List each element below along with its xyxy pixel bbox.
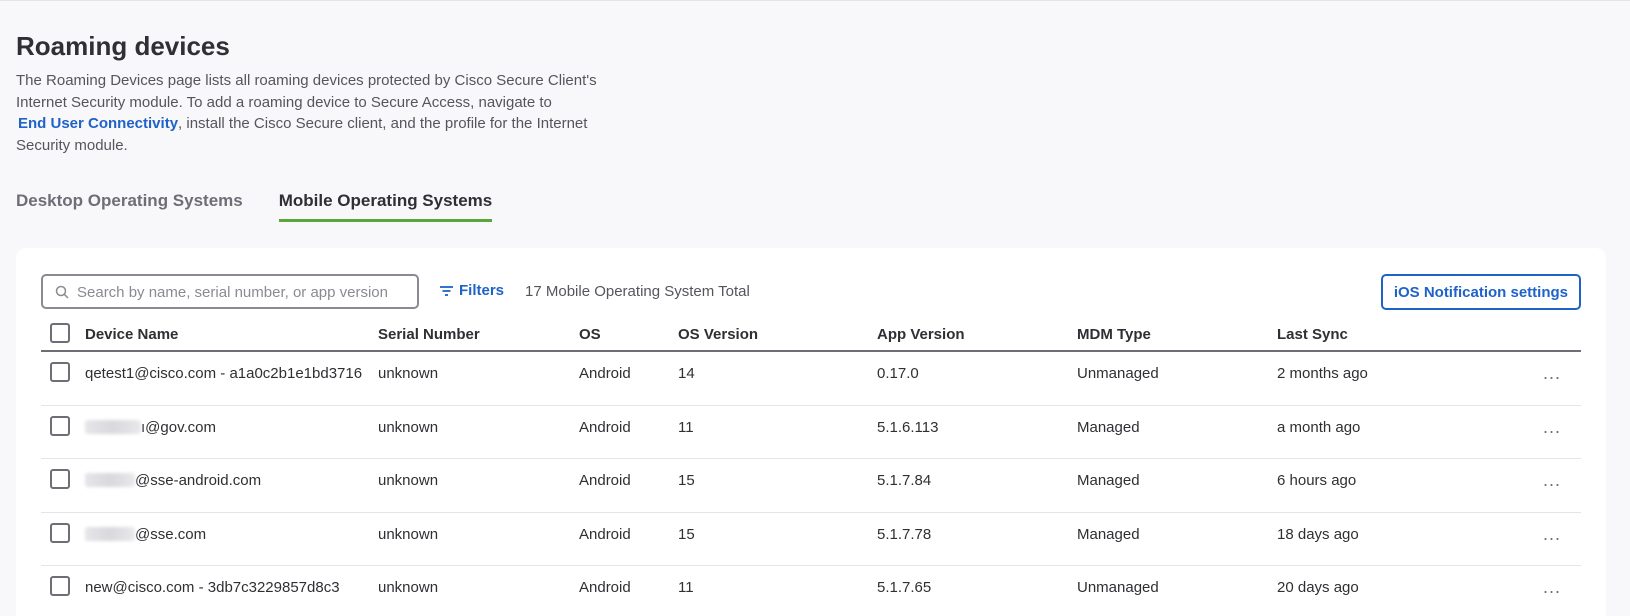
app-version: 0.17.0 <box>877 365 919 382</box>
app-version: 5.1.7.78 <box>877 525 932 543</box>
column-header-serial-number[interactable]: Serial Number <box>378 326 480 343</box>
os: Android <box>579 579 631 596</box>
devices-card: Filters 17 Mobile Operating System Total… <box>16 248 1606 616</box>
device-name: @sse-android.com <box>85 472 261 489</box>
serial-number: unknown <box>378 365 439 382</box>
row-checkbox[interactable] <box>50 576 70 596</box>
table-header-row: Device Name Serial Number OS OS Version … <box>41 318 1581 352</box>
os-version: 15 <box>678 472 695 489</box>
device-name: qetest1@cisco.com - a1a0c2b1e1bd3716 <box>85 365 363 382</box>
column-header-os-version[interactable]: OS Version <box>678 326 758 343</box>
serial-number: unknown <box>378 579 439 596</box>
column-header-last-sync[interactable]: Last Sync <box>1277 326 1348 343</box>
mdm-type: Unmanaged <box>1077 365 1159 382</box>
redacted-text <box>85 419 141 434</box>
mdm-type: Unmanaged <box>1077 579 1159 596</box>
column-header-mdm-type[interactable]: MDM Type <box>1077 326 1151 343</box>
device-name-text: @sse.com <box>135 525 207 543</box>
table-row[interactable]: qetest1@cisco.com - a1a0c2b1e1bd3716 unk… <box>41 352 1581 406</box>
last-sync: 6 hours ago <box>1277 472 1357 489</box>
filters-button[interactable]: Filters <box>439 282 504 299</box>
column-header-os[interactable]: OS <box>579 326 601 343</box>
os: Android <box>579 365 631 382</box>
device-name-text: @sse-android.com <box>135 472 262 489</box>
table-row[interactable]: new@cisco.com - 3db7c3229857d8c3 unknown… <box>41 566 1581 616</box>
more-options-icon[interactable]: ... <box>1543 525 1561 543</box>
table-row[interactable]: @sse.com unknown Android 15 5.1.7.78 Man… <box>41 513 1581 566</box>
device-total-count: 17 Mobile Operating System Total <box>525 283 750 300</box>
column-header-device-name[interactable]: Device Name <box>85 326 178 343</box>
filter-icon <box>440 285 453 296</box>
table-toolbar: Filters 17 Mobile Operating System Total… <box>41 274 1581 310</box>
app-version: 5.1.6.113 <box>877 418 939 436</box>
mdm-type: Managed <box>1077 525 1140 543</box>
os: Android <box>579 525 631 543</box>
mdm-type: Managed <box>1077 472 1140 489</box>
more-options-icon[interactable]: ... <box>1543 471 1561 489</box>
last-sync: 18 days ago <box>1277 525 1359 543</box>
tab-desktop-operating-systems[interactable]: Desktop Operating Systems <box>16 191 243 222</box>
last-sync: 2 months ago <box>1277 365 1368 382</box>
page-title: Roaming devices <box>16 31 230 61</box>
mdm-type: Managed <box>1077 418 1140 436</box>
last-sync: 20 days ago <box>1277 579 1359 596</box>
os-version: 14 <box>678 365 695 382</box>
row-checkbox[interactable] <box>50 522 70 543</box>
device-name: @sse.com <box>85 526 206 543</box>
serial-number: unknown <box>378 472 439 489</box>
search-icon <box>55 285 69 299</box>
app-version: 5.1.7.84 <box>877 472 932 489</box>
more-options-icon[interactable]: ... <box>1543 418 1561 436</box>
ios-notification-settings-button[interactable]: iOS Notification settings <box>1380 274 1581 310</box>
os-version: 11 <box>678 418 694 436</box>
page-description: The Roaming Devices page lists all roami… <box>16 70 636 156</box>
end-user-connectivity-link[interactable]: End User Connectivity <box>16 115 178 132</box>
column-header-app-version[interactable]: App Version <box>877 326 965 343</box>
devices-table: Device Name Serial Number OS OS Version … <box>41 318 1581 616</box>
more-options-icon[interactable]: ... <box>1543 364 1561 382</box>
redacted-text <box>85 473 135 487</box>
last-sync: a month ago <box>1277 418 1361 436</box>
app-version: 5.1.7.65 <box>877 579 932 596</box>
redacted-text <box>85 526 135 541</box>
select-all-checkbox[interactable] <box>50 323 70 343</box>
filters-label: Filters <box>459 282 505 299</box>
os: Android <box>579 472 631 489</box>
os-version: 11 <box>678 579 694 596</box>
serial-number: unknown <box>378 525 439 543</box>
tab-mobile-operating-systems[interactable]: Mobile Operating Systems <box>278 191 493 222</box>
search-input[interactable] <box>77 281 412 303</box>
search-box[interactable] <box>41 274 419 309</box>
page-description-text: The Roaming Devices page lists all roami… <box>16 72 597 111</box>
row-checkbox[interactable] <box>50 415 70 436</box>
more-options-icon[interactable]: ... <box>1543 578 1561 596</box>
device-name: ı@gov.com <box>85 419 216 436</box>
row-checkbox[interactable] <box>50 469 70 489</box>
os: Android <box>579 418 631 436</box>
device-name: new@cisco.com - 3db7c3229857d8c3 <box>85 579 340 596</box>
table-row[interactable]: ı@gov.com unknown Android 11 5.1.6.113 M… <box>41 406 1581 459</box>
table-row[interactable]: @sse-android.com unknown Android 15 5.1.… <box>41 459 1581 513</box>
device-name-text: ı@gov.com <box>141 418 216 436</box>
serial-number: unknown <box>378 418 439 436</box>
row-checkbox[interactable] <box>50 362 70 382</box>
os-version: 15 <box>678 525 695 543</box>
os-tabs: Desktop Operating Systems Mobile Operati… <box>16 191 528 222</box>
